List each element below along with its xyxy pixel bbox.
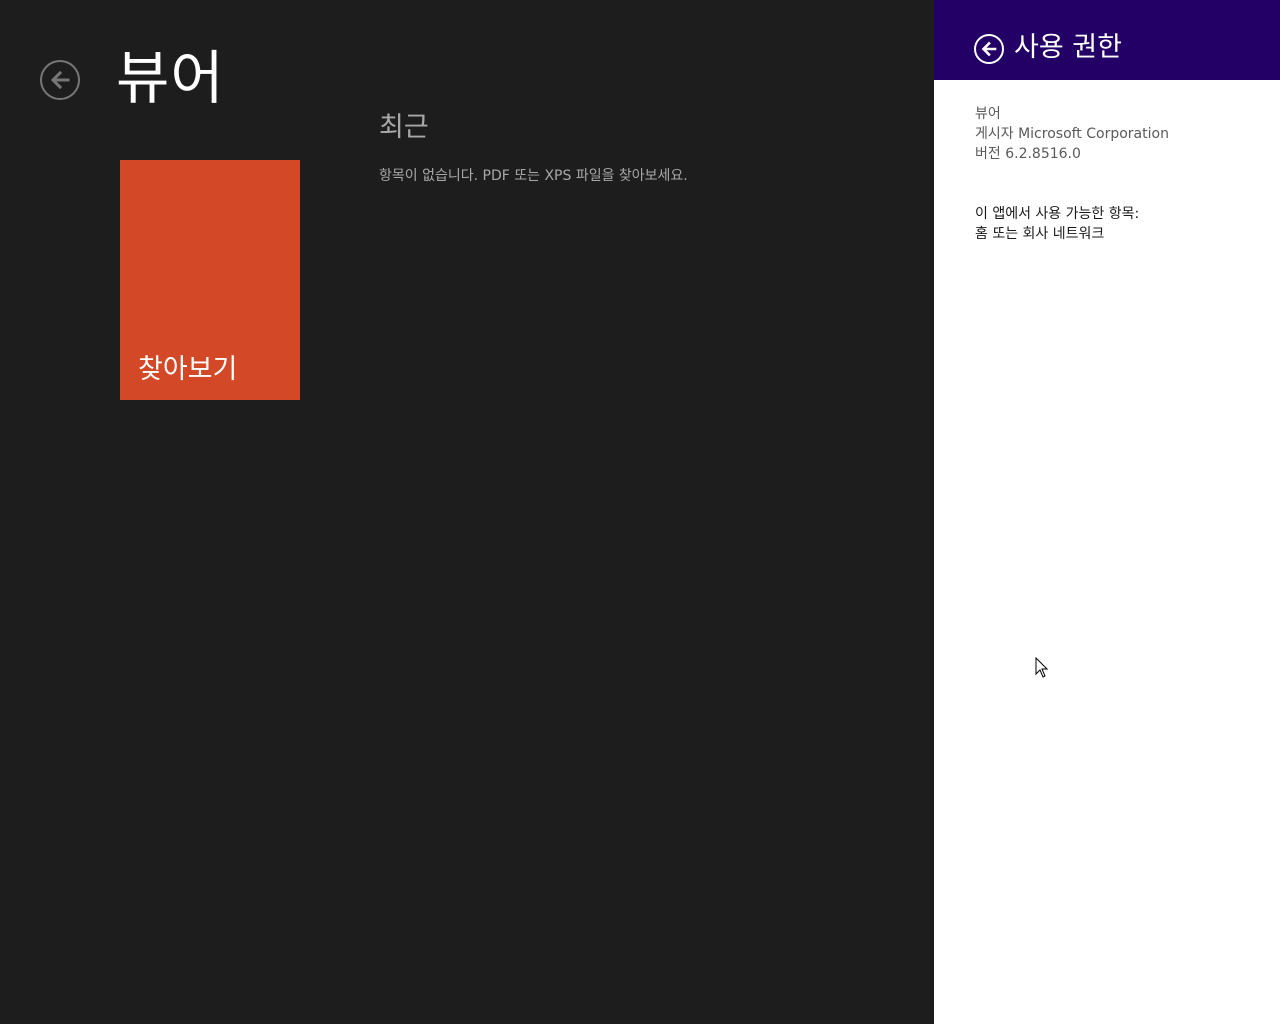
- capability-item: 홈 또는 회사 네트워크: [975, 226, 1105, 242]
- viewer-app: 뷰어 찾아보기 최근 항목이 없습니다. PDF 또는 XPS 파일을 찾아보세…: [0, 0, 934, 1024]
- back-button[interactable]: [40, 60, 80, 100]
- flyout-header: 사용 권한: [934, 0, 1280, 80]
- mouse-pointer-icon: [1035, 657, 1049, 678]
- browse-tile-label: 찾아보기: [138, 354, 238, 385]
- publisher: 게시자 Microsoft Corporation: [975, 126, 1169, 142]
- app-name: 뷰어: [975, 106, 1001, 122]
- recent-header: 최근: [379, 112, 429, 143]
- app-info: 뷰어 게시자 Microsoft Corporation 버전 6.2.8516…: [975, 104, 1169, 164]
- version: 버전 6.2.8516.0: [975, 146, 1081, 162]
- permissions-flyout: 사용 권한 뷰어 게시자 Microsoft Corporation 버전 6.…: [934, 0, 1280, 1024]
- capabilities: 이 앱에서 사용 가능한 항목: 홈 또는 회사 네트워크: [975, 204, 1139, 244]
- flyout-back-button[interactable]: [974, 34, 1004, 64]
- flyout-title: 사용 권한: [1014, 32, 1122, 63]
- capabilities-label: 이 앱에서 사용 가능한 항목:: [975, 206, 1140, 222]
- recent-empty-message: 항목이 없습니다. PDF 또는 XPS 파일을 찾아보세요.: [379, 168, 688, 184]
- arrow-left-icon: [50, 70, 70, 90]
- browse-tile[interactable]: 찾아보기: [120, 160, 300, 400]
- page-title: 뷰어: [116, 44, 225, 112]
- arrow-left-icon: [981, 41, 997, 57]
